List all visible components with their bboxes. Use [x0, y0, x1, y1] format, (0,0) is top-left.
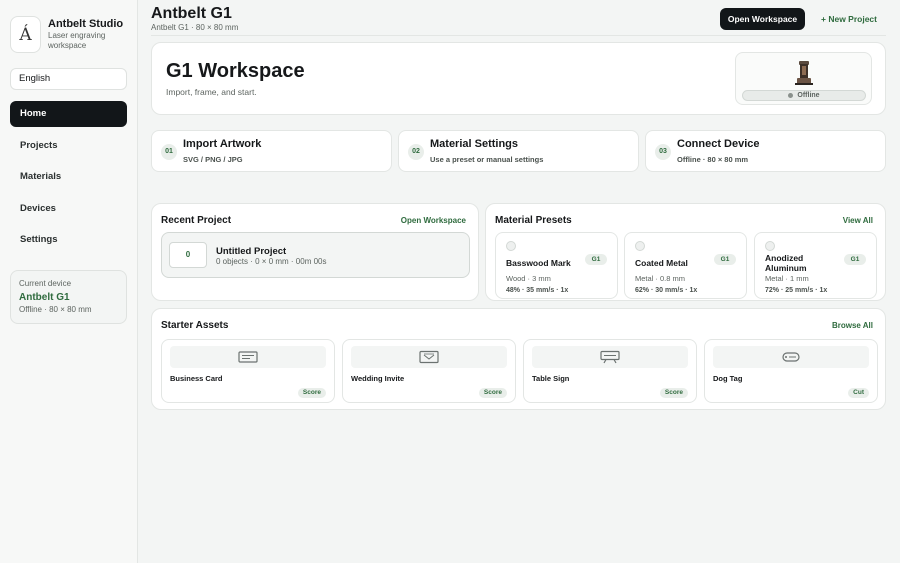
recent-project-panel: Recent Project Open Workspace 0 Untitled… [151, 203, 479, 301]
starter-assets-panel: Starter Assets Browse All Business Card … [151, 308, 886, 410]
business-card-icon [238, 351, 258, 363]
device-status-text: Offline [797, 92, 820, 99]
step-title: Import Artwork [183, 138, 262, 150]
laser-device-icon [795, 61, 813, 85]
step-import-artwork[interactable]: 01 Import Artwork SVG / PNG / JPG [151, 130, 392, 172]
asset-mode-badge: Score [297, 388, 326, 398]
material-presets-panel: Material Presets View All G1 Basswood Ma… [485, 203, 886, 301]
preset-select-radio[interactable] [765, 241, 775, 251]
current-device-meta: Offline · 80 × 80 mm [19, 305, 92, 314]
new-project-button[interactable]: + New Project [814, 8, 884, 30]
project-thumbnail: 0 [169, 242, 207, 268]
asset-name: Business Card [170, 374, 223, 383]
step-material-settings[interactable]: 02 Material Settings Use a preset or man… [398, 130, 639, 172]
asset-mode-badge: Cut [848, 388, 869, 398]
project-name: Untitled Project [216, 246, 287, 257]
preset-select-radio[interactable] [635, 241, 645, 251]
device-preview[interactable]: Offline [735, 52, 872, 105]
header-divider [151, 35, 886, 36]
hero-title: G1 Workspace [166, 60, 305, 82]
material-presets-title: Material Presets [495, 215, 572, 226]
asset-name: Table Sign [532, 374, 570, 383]
language-selector[interactable]: English [10, 68, 127, 90]
sidebar: Á Antbelt Studio Laser engraving workspa… [0, 0, 138, 563]
preset-settings: 62% · 30 mm/s · 1x [635, 287, 698, 294]
workspace-hero: G1 Workspace Import, frame, and start. O… [151, 42, 886, 115]
step-number: 02 [408, 144, 424, 160]
current-device-name: Antbelt G1 [19, 292, 70, 303]
step-connect-device[interactable]: 03 Connect Device Offline · 80 × 80 mm [645, 130, 886, 172]
page-title: Antbelt G1 [151, 5, 232, 22]
asset-mode-badge: Score [659, 388, 688, 398]
preset-card-anodized-aluminum[interactable]: G1 Anodized Aluminum Metal · 1 mm 72% · … [754, 232, 877, 299]
asset-thumbnail [532, 346, 688, 368]
sidebar-item-home[interactable]: Home [10, 101, 127, 127]
step-title: Connect Device [677, 138, 760, 150]
starter-assets-title: Starter Assets [161, 320, 229, 331]
preset-card-basswood[interactable]: G1 Basswood Mark Wood · 3 mm 48% · 35 mm… [495, 232, 618, 299]
asset-name: Dog Tag [713, 374, 743, 383]
table-sign-icon [600, 350, 620, 364]
step-number: 01 [161, 144, 177, 160]
dog-tag-icon [782, 352, 800, 362]
page-subtitle: Antbelt G1 · 80 × 80 mm [151, 23, 239, 32]
preset-name: Anodized Aluminum [765, 253, 807, 273]
sidebar-item-projects[interactable]: Projects [10, 133, 127, 159]
sidebar-nav: Home Projects Materials Devices Settings [10, 101, 127, 259]
view-all-presets-link[interactable]: View All [843, 216, 873, 225]
preset-settings: 72% · 25 mm/s · 1x [765, 287, 828, 294]
invite-icon [419, 350, 439, 364]
preset-card-coated-metal[interactable]: G1 Coated Metal Metal · 0.8 mm 62% · 30 … [624, 232, 747, 299]
preset-device-badge: G1 [714, 254, 736, 265]
open-workspace-button[interactable]: Open Workspace [720, 8, 805, 30]
preset-device-badge: G1 [585, 254, 607, 265]
browse-all-assets-link[interactable]: Browse All [832, 321, 873, 330]
step-subtitle: SVG / PNG / JPG [183, 155, 243, 164]
device-status-badge: Offline [742, 90, 866, 101]
preset-name: Basswood Mark [506, 258, 571, 268]
project-meta: 0 objects · 0 × 0 mm · 00m 00s [216, 257, 327, 266]
current-device-label: Current device [19, 279, 72, 288]
asset-card-business-card[interactable]: Business Card Score [161, 339, 335, 403]
preset-material: Metal · 0.8 mm [635, 274, 686, 283]
asset-card-table-sign[interactable]: Table Sign Score [523, 339, 697, 403]
asset-thumbnail [170, 346, 326, 368]
recent-project-card[interactable]: 0 Untitled Project 0 objects · 0 × 0 mm … [161, 232, 470, 278]
preset-select-radio[interactable] [506, 241, 516, 251]
hero-subtitle: Import, frame, and start. [166, 87, 257, 97]
logo-glyph: Á [19, 24, 32, 45]
preset-material: Metal · 1 mm [765, 274, 809, 283]
sidebar-item-devices[interactable]: Devices [10, 196, 127, 222]
step-subtitle: Use a preset or manual settings [430, 155, 544, 164]
asset-thumbnail [351, 346, 507, 368]
preset-material: Wood · 3 mm [506, 274, 551, 283]
status-dot-icon [788, 93, 794, 98]
brand-name: Antbelt Studio [48, 18, 124, 30]
recent-project-title: Recent Project [161, 215, 232, 226]
current-device-card[interactable]: Current device Antbelt G1 Offline · 80 ×… [10, 270, 127, 324]
asset-card-dog-tag[interactable]: Dog Tag Cut [704, 339, 878, 403]
sidebar-item-materials[interactable]: Materials [10, 164, 127, 190]
step-number: 03 [655, 144, 671, 160]
step-subtitle: Offline · 80 × 80 mm [677, 155, 749, 164]
asset-thumbnail [713, 346, 869, 368]
app-logo: Á [10, 16, 41, 53]
step-title: Material Settings [430, 138, 519, 150]
preset-name: Coated Metal [635, 258, 688, 268]
recent-open-workspace-link[interactable]: Open Workspace [401, 216, 466, 225]
preset-settings: 48% · 35 mm/s · 1x [506, 287, 569, 294]
asset-mode-badge: Score [478, 388, 507, 398]
preset-device-badge: G1 [844, 254, 866, 265]
asset-card-wedding-invite[interactable]: Wedding Invite Score [342, 339, 516, 403]
asset-name: Wedding Invite [351, 374, 405, 383]
brand-subtitle: Laser engraving workspace [48, 31, 106, 50]
sidebar-item-settings[interactable]: Settings [10, 227, 127, 253]
